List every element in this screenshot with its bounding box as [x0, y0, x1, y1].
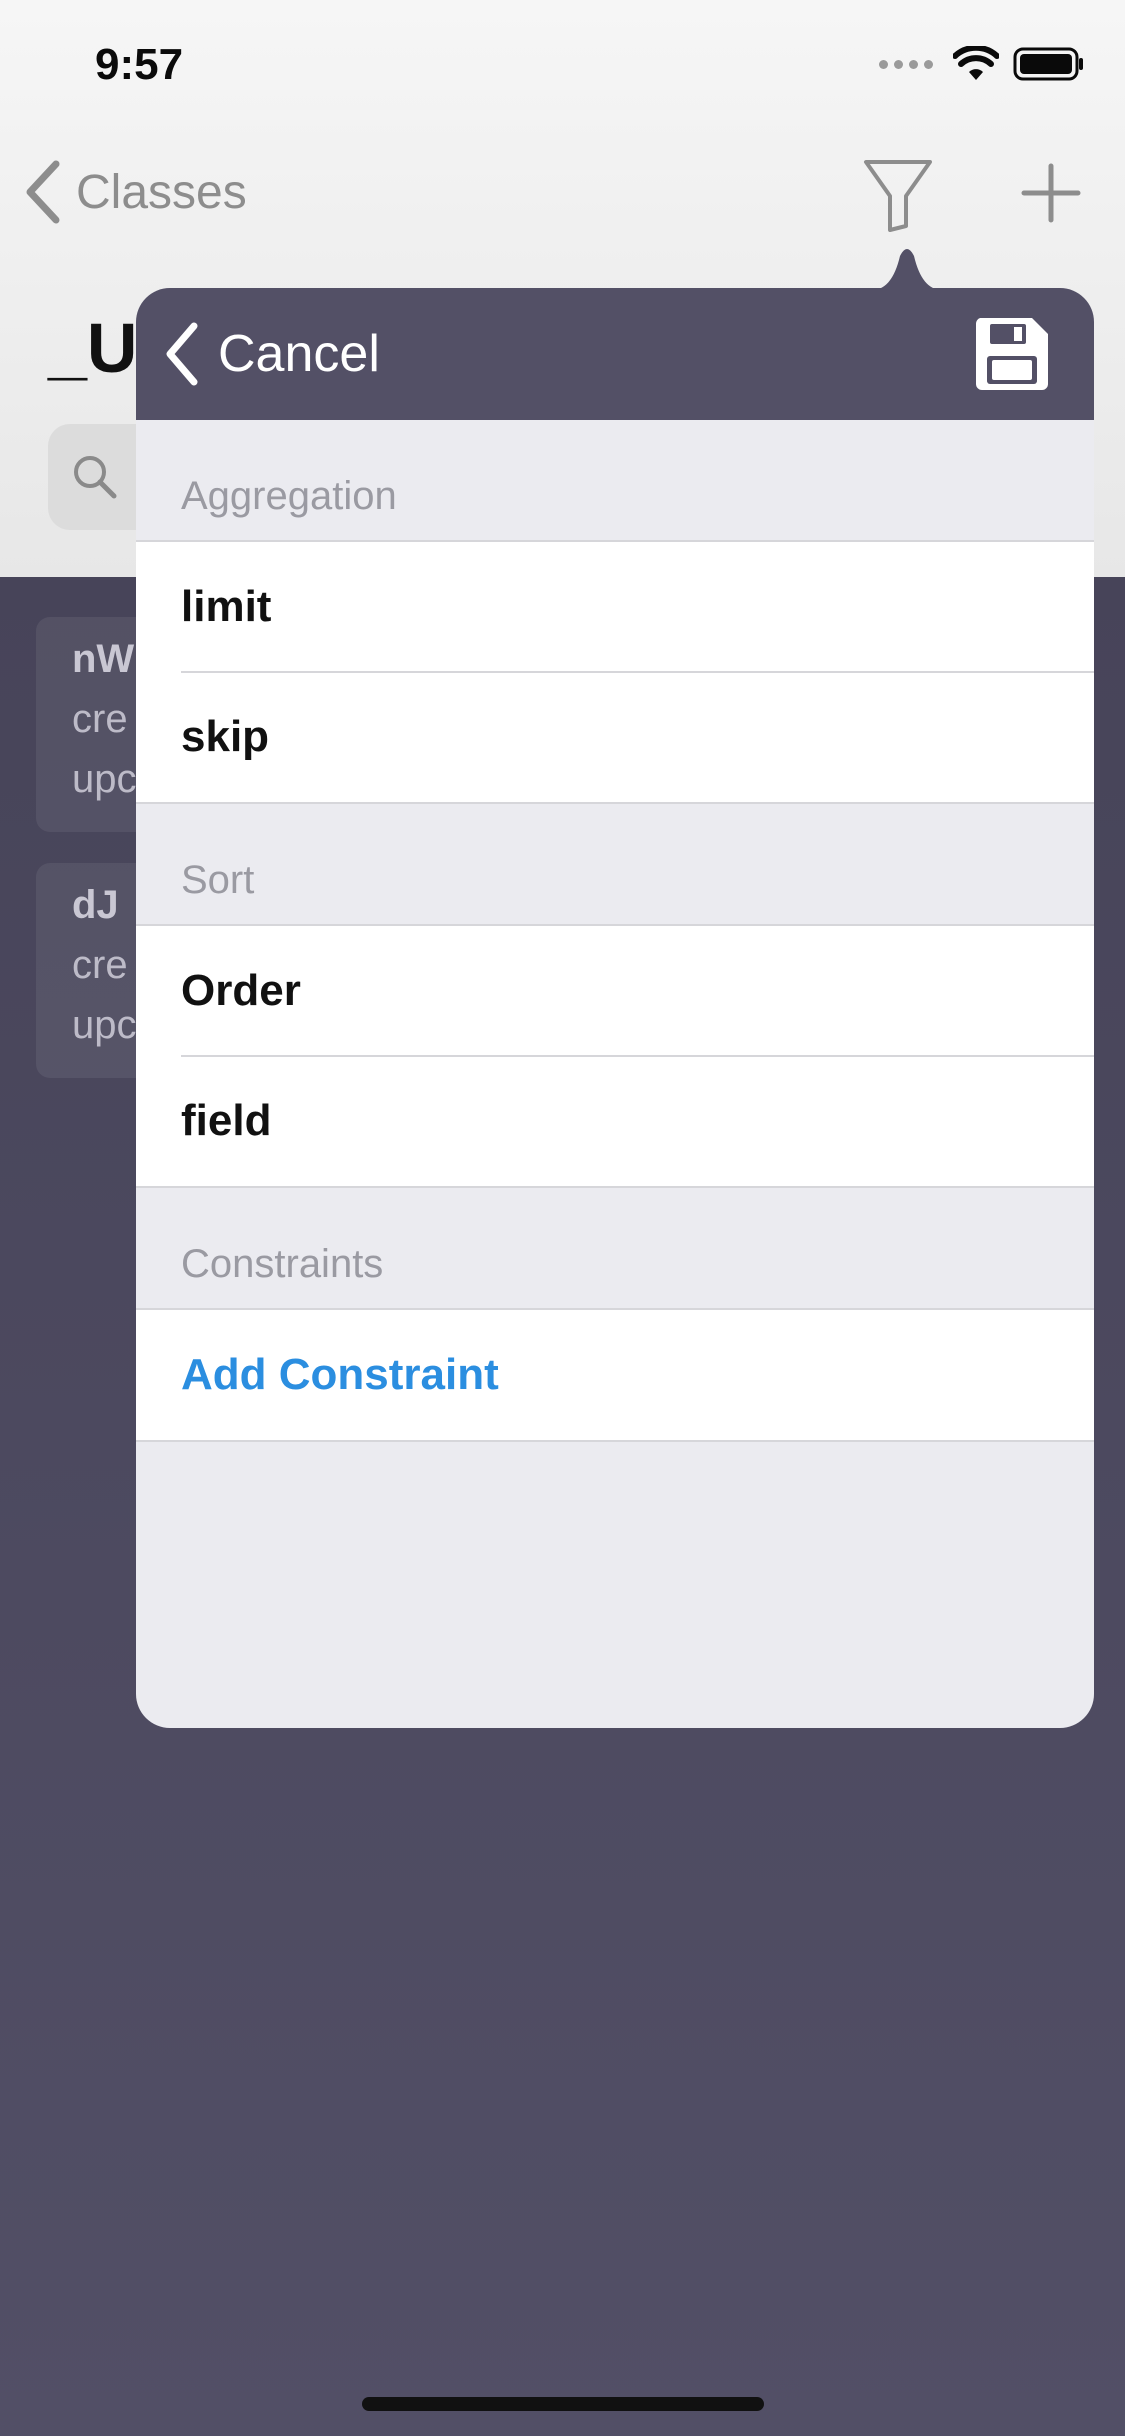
order-row[interactable]: Order	[136, 926, 1094, 1056]
search-icon	[74, 456, 117, 499]
cancel-button[interactable]: Cancel	[162, 322, 380, 386]
cellular-signal-icon	[879, 59, 933, 69]
plus-icon	[1021, 163, 1081, 223]
filter-button[interactable]	[862, 156, 934, 237]
status-indicators	[879, 46, 1085, 82]
cancel-button-label: Cancel	[218, 325, 380, 383]
limit-row[interactable]: limit	[136, 542, 1094, 672]
add-constraint-button[interactable]: Add Constraint	[136, 1310, 1094, 1440]
sort-section: Order field	[136, 924, 1094, 1188]
chevron-left-icon	[166, 322, 198, 386]
floppy-disk-icon	[975, 318, 1048, 390]
status-time: 9:57	[95, 40, 184, 89]
object-created: cre	[72, 943, 128, 987]
back-button[interactable]: Classes	[22, 160, 247, 224]
field-row[interactable]: field	[136, 1055, 1094, 1186]
battery-icon	[1013, 47, 1083, 81]
save-button[interactable]	[974, 316, 1050, 397]
object-updated: upc	[72, 757, 137, 801]
sort-section-header: Sort	[181, 858, 255, 902]
filter-popover: Cancel Aggregation limit skip Sort Order…	[136, 288, 1094, 1728]
add-button[interactable]	[1020, 162, 1082, 229]
object-updated: upc	[72, 1003, 137, 1047]
object-id: nW	[72, 637, 135, 681]
constraints-section: Add Constraint	[136, 1308, 1094, 1442]
aggregation-section: limit skip	[136, 540, 1094, 804]
back-button-label: Classes	[76, 165, 247, 219]
skip-row[interactable]: skip	[136, 671, 1094, 802]
aggregation-section-header: Aggregation	[181, 474, 397, 518]
object-created: cre	[72, 697, 128, 741]
popover-arrow	[872, 249, 942, 290]
popover-header: Cancel	[136, 288, 1094, 420]
chevron-left-icon	[26, 160, 60, 224]
object-id: dJ	[72, 883, 119, 927]
wifi-icon	[953, 46, 999, 80]
constraints-section-header: Constraints	[181, 1242, 384, 1286]
filter-icon	[864, 160, 932, 232]
home-indicator[interactable]	[362, 2397, 764, 2411]
